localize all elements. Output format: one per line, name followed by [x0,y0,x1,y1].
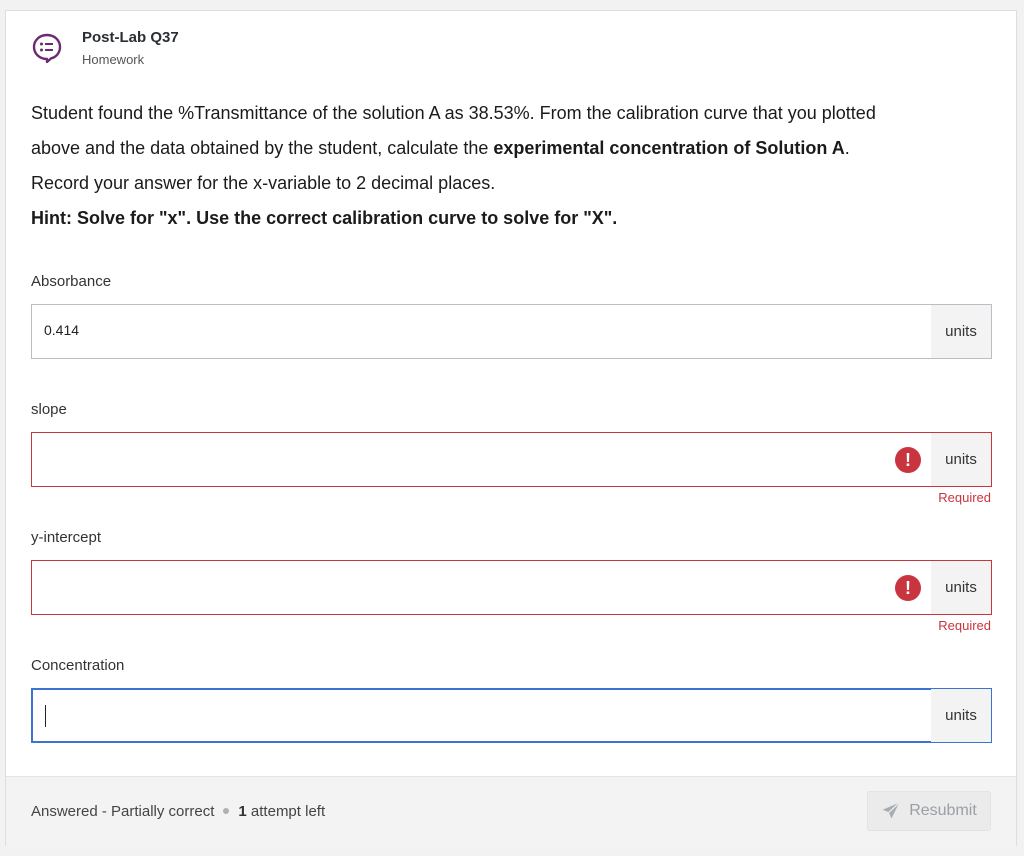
slope-input[interactable]: ! units [31,432,992,487]
question-card: Post-Lab Q37 Homework Student found the … [5,10,1017,847]
slope-units: units [931,433,991,486]
prompt-line-2: above and the data obtained by the stude… [31,131,991,166]
slope-required-message: Required [938,490,991,505]
absorbance-label: Absorbance [31,273,112,290]
resubmit-label: Resubmit [909,802,977,819]
concentration-label: Concentration [31,657,125,674]
prompt-emphasis: experimental concentration of Solution A [493,138,845,158]
question-prompt: Student found the %Transmittance of the … [31,96,991,236]
question-subtitle: Homework [82,52,145,67]
y-intercept-input[interactable]: ! units [31,560,992,615]
prompt-line-3: Record your answer for the x-variable to… [31,173,496,193]
submission-status: Answered - Partially correct 1 attempt le… [31,803,325,820]
question-footer: Answered - Partially correct 1 attempt le… [6,776,1016,847]
attempts-count: 1 [238,803,247,820]
absorbance-input[interactable]: 0.414 units [31,304,992,359]
error-exclamation-icon: ! [895,575,921,601]
prompt-line-2-text: above and the data obtained by the stude… [31,138,494,158]
text-caret [45,705,46,727]
concentration-input[interactable]: units [31,688,992,743]
prompt-hint-text: Hint: Solve for "x". Use the correct cal… [31,208,618,228]
question-title: Post-Lab Q37 [82,29,179,46]
y-intercept-units: units [931,561,991,614]
y-intercept-label: y-intercept [31,529,102,546]
y-intercept-required-message: Required [938,618,991,633]
absorbance-value: 0.414 [44,322,80,338]
question-list-icon [32,33,62,63]
prompt-hint: Hint: Solve for "x". Use the correct cal… [31,201,991,236]
resubmit-button[interactable]: Resubmit [867,791,991,831]
paper-plane-icon [882,802,900,819]
attempts-text: attempt left [250,803,326,820]
prompt-line-1: Student found the %Transmittance of the … [31,103,876,123]
status-text: Answered - Partially correct [31,803,215,820]
concentration-units: units [931,689,991,742]
error-exclamation-icon: ! [895,447,921,473]
absorbance-units: units [931,305,991,358]
separator-dot [223,808,230,815]
slope-label: slope [31,401,67,418]
prompt-line-2-end: . [844,138,850,158]
